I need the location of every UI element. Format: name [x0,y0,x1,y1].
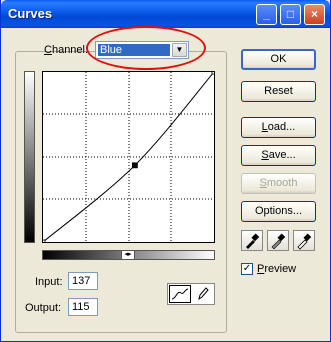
pencil-icon [198,287,209,301]
minimize-button[interactable]: _ [256,4,277,25]
white-point-eyedropper[interactable] [293,230,315,251]
smooth-button[interactable]: Smooth [241,173,316,194]
curve-control-point[interactable] [43,239,46,242]
channel-label-text: hannel: [51,44,89,56]
input-field[interactable]: 137 [68,272,98,290]
curve-icon [171,288,189,300]
curves-dialog: Curves _ □ × Channel: Blue ▼ ◂▸ Input: 1… [0,0,331,342]
pencil-tool-button[interactable] [192,285,214,303]
eyedropper-white-icon [297,233,312,250]
output-field[interactable]: 115 [68,298,98,316]
curve-control-point[interactable] [131,162,138,169]
load-button[interactable]: Load... [241,117,316,138]
curve-tool-group [167,283,215,305]
save-button[interactable]: Save... [241,145,316,166]
highlight-ellipse [86,26,206,70]
title-bar[interactable]: Curves _ □ × [1,0,330,28]
eyedropper-black-icon [246,233,260,249]
reset-button[interactable]: Reset [241,81,316,102]
curve-svg [43,72,214,242]
eyedropper-gray-icon [271,233,286,250]
smooth-text: mooth [266,177,298,189]
curve-tool-button[interactable] [169,285,191,303]
maximize-button[interactable]: □ [280,4,301,25]
gray-point-eyedropper[interactable] [267,230,289,251]
options-button[interactable]: Options... [241,201,316,222]
output-gradient-bar [24,71,35,243]
curve-graph[interactable] [42,71,215,243]
save-text: ave... [268,149,296,161]
curve-control-point[interactable] [211,72,214,75]
channel-label: Channel: [44,44,88,56]
save-accel: S [261,149,269,161]
ok-button[interactable]: OK [241,49,316,70]
gradient-toggle-icon[interactable]: ◂▸ [121,250,135,260]
output-label: Output: [25,302,62,314]
black-point-eyedropper[interactable] [241,230,263,251]
input-label: Input: [35,276,63,288]
grid-lines [43,72,214,242]
close-button[interactable]: × [304,4,325,25]
window-title: Curves [8,6,53,21]
smooth-accel: S [259,177,267,189]
load-text: oad... [267,121,296,133]
preview-label: Preview [257,263,296,275]
channel-label-accel: C [44,44,52,56]
preview-text: review [264,263,297,275]
preview-checkbox[interactable]: ✓ [241,263,253,275]
